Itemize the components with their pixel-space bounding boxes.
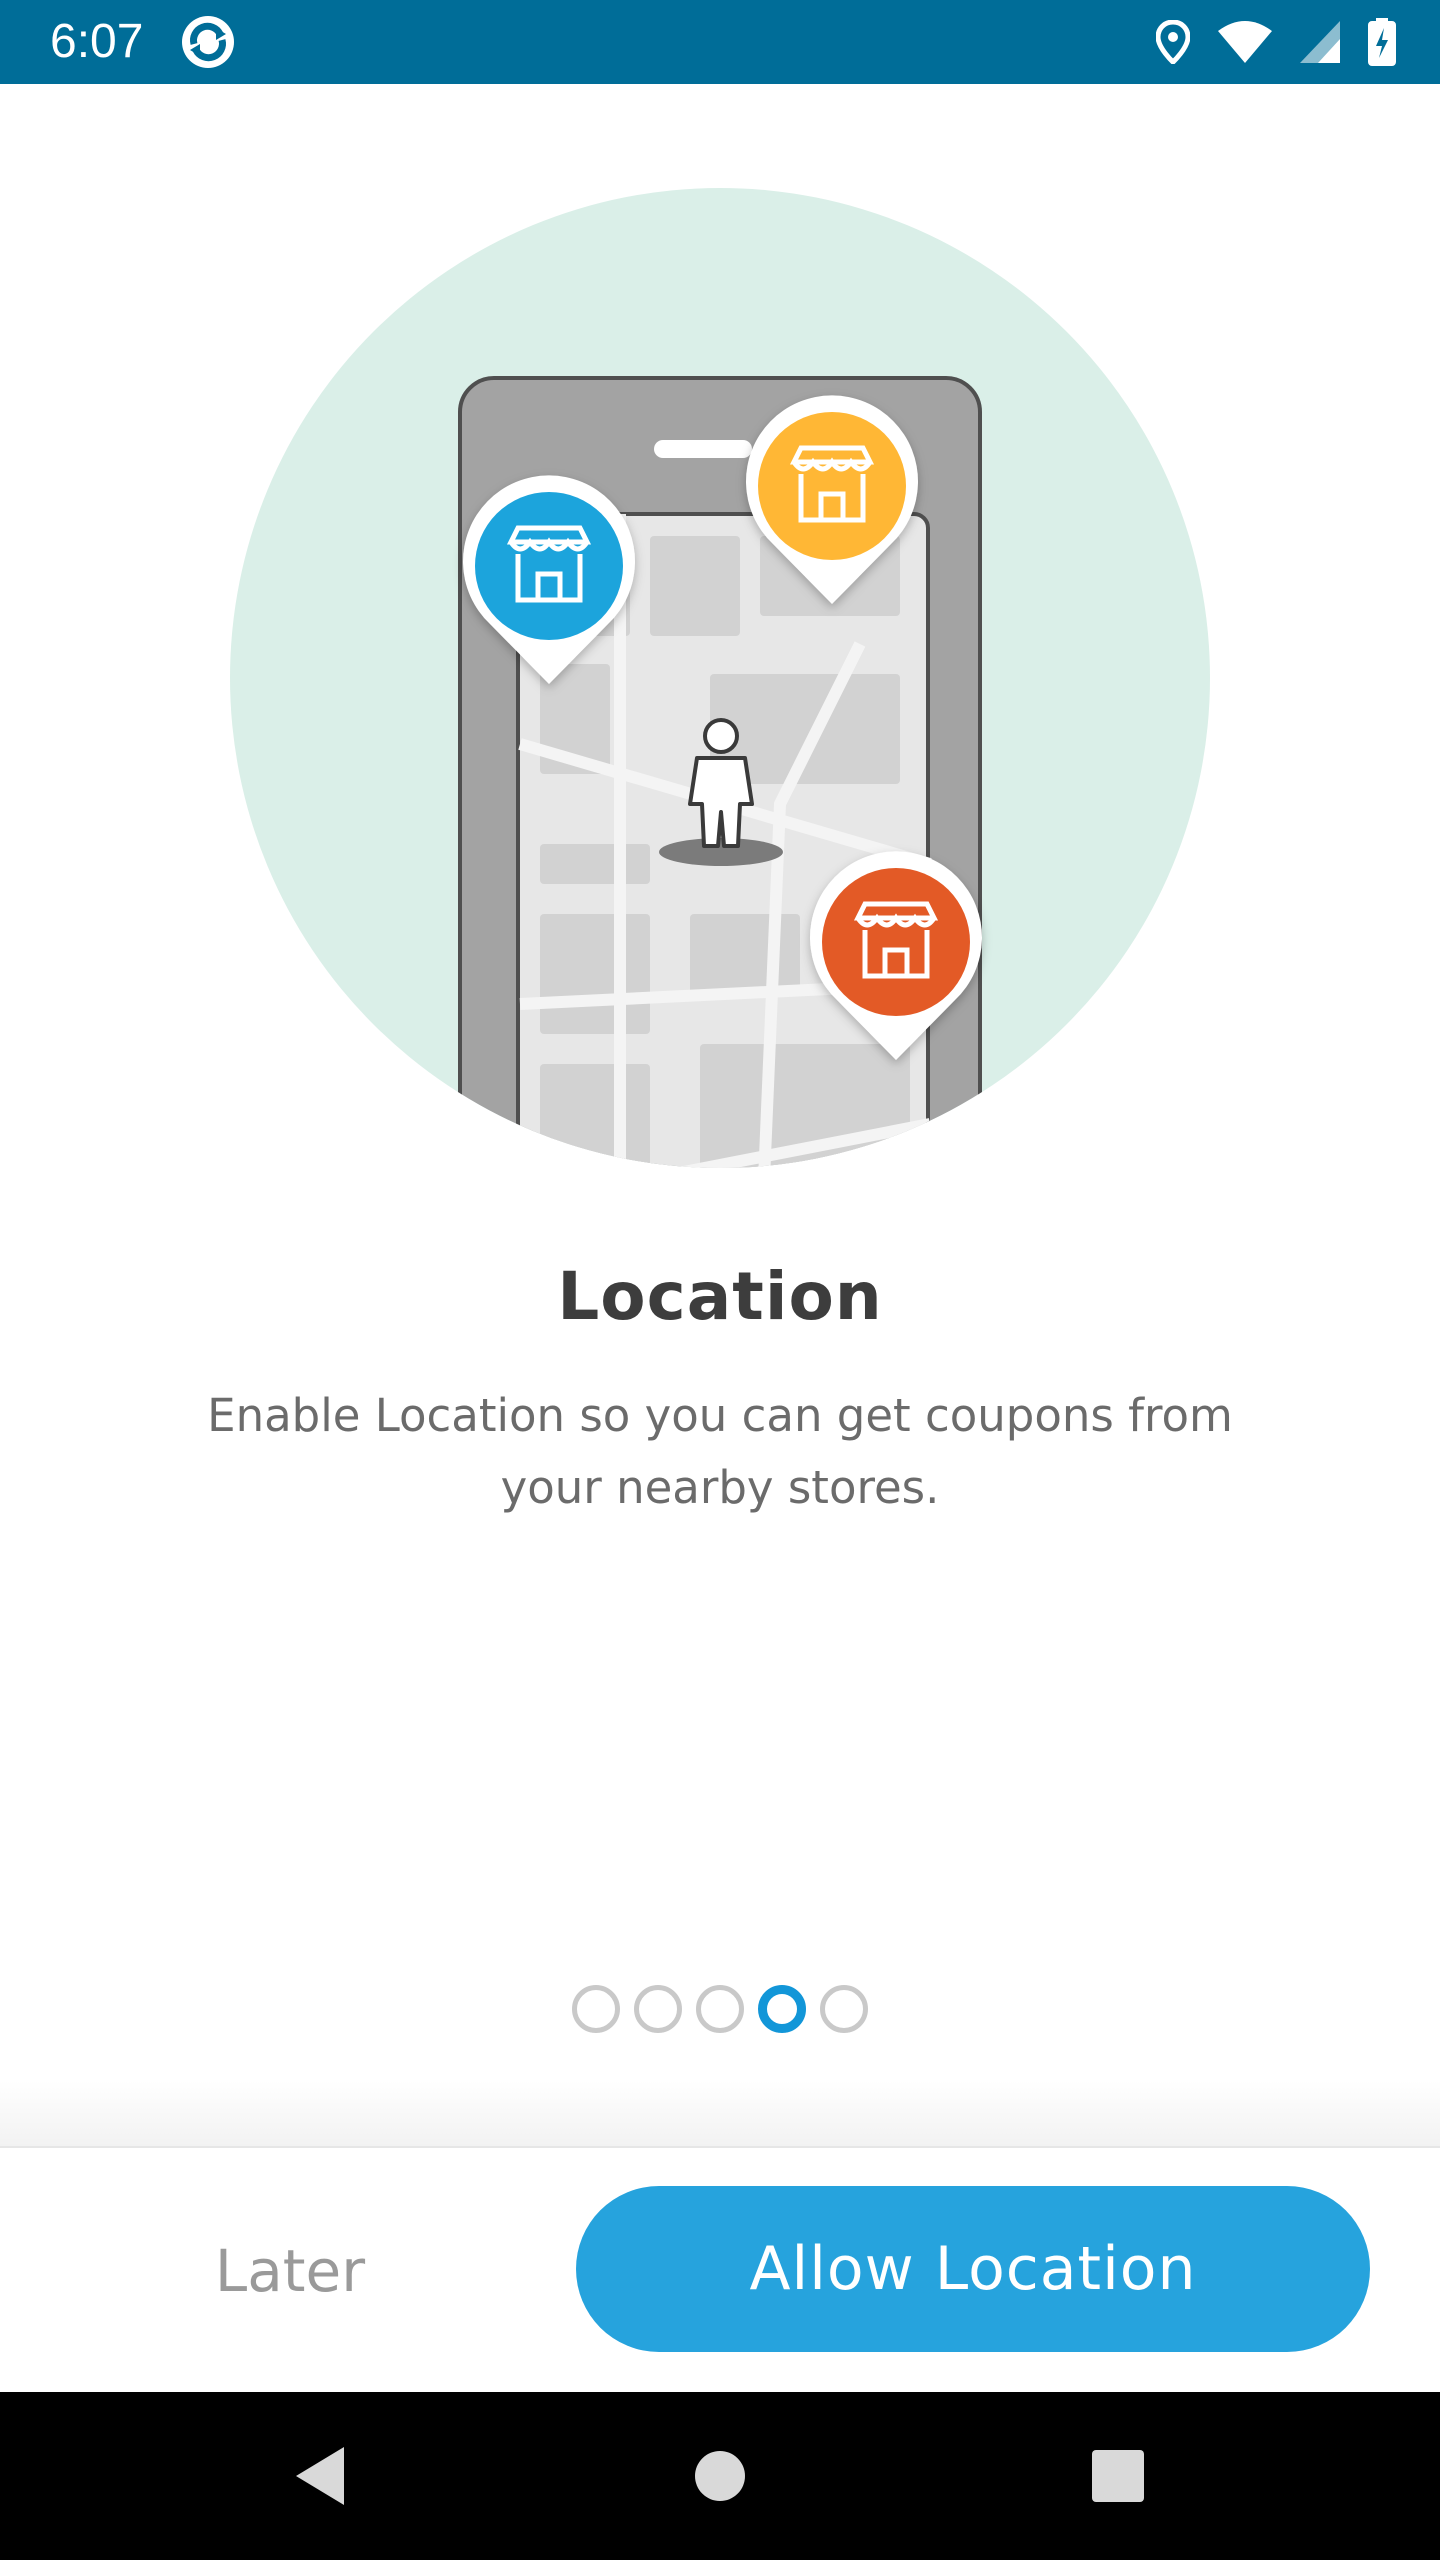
page-dot[interactable] — [634, 1985, 682, 2033]
system-navigation-bar — [0, 2392, 1440, 2560]
page-description: Enable Location so you can get coupons f… — [207, 1389, 1233, 1514]
cell-signal-icon — [1300, 21, 1340, 63]
allow-location-button[interactable]: Allow Location — [576, 2186, 1370, 2352]
location-icon — [1156, 20, 1190, 64]
app-notification-icon — [180, 14, 236, 70]
wifi-icon — [1218, 21, 1272, 63]
page-title: Location — [557, 1258, 883, 1335]
bottom-divider-shadow — [0, 2080, 1440, 2146]
status-icons — [1156, 14, 1396, 70]
page-dot[interactable] — [696, 1985, 744, 2033]
status-time: 6:07 — [50, 15, 144, 68]
page-dot[interactable] — [820, 1985, 868, 2033]
status-bar: 6:07 — [0, 0, 1440, 84]
later-button[interactable]: Later — [90, 2188, 490, 2354]
battery-charging-icon — [1368, 18, 1396, 66]
home-icon[interactable] — [670, 2392, 770, 2560]
page-dot[interactable] — [572, 1985, 620, 2033]
recents-icon[interactable] — [1068, 2392, 1168, 2560]
phone-map-stores-illustration — [0, 84, 1440, 1194]
page-indicator — [0, 1982, 1440, 2036]
back-icon[interactable] — [270, 2392, 370, 2560]
page-dot-active[interactable] — [758, 1985, 806, 2033]
